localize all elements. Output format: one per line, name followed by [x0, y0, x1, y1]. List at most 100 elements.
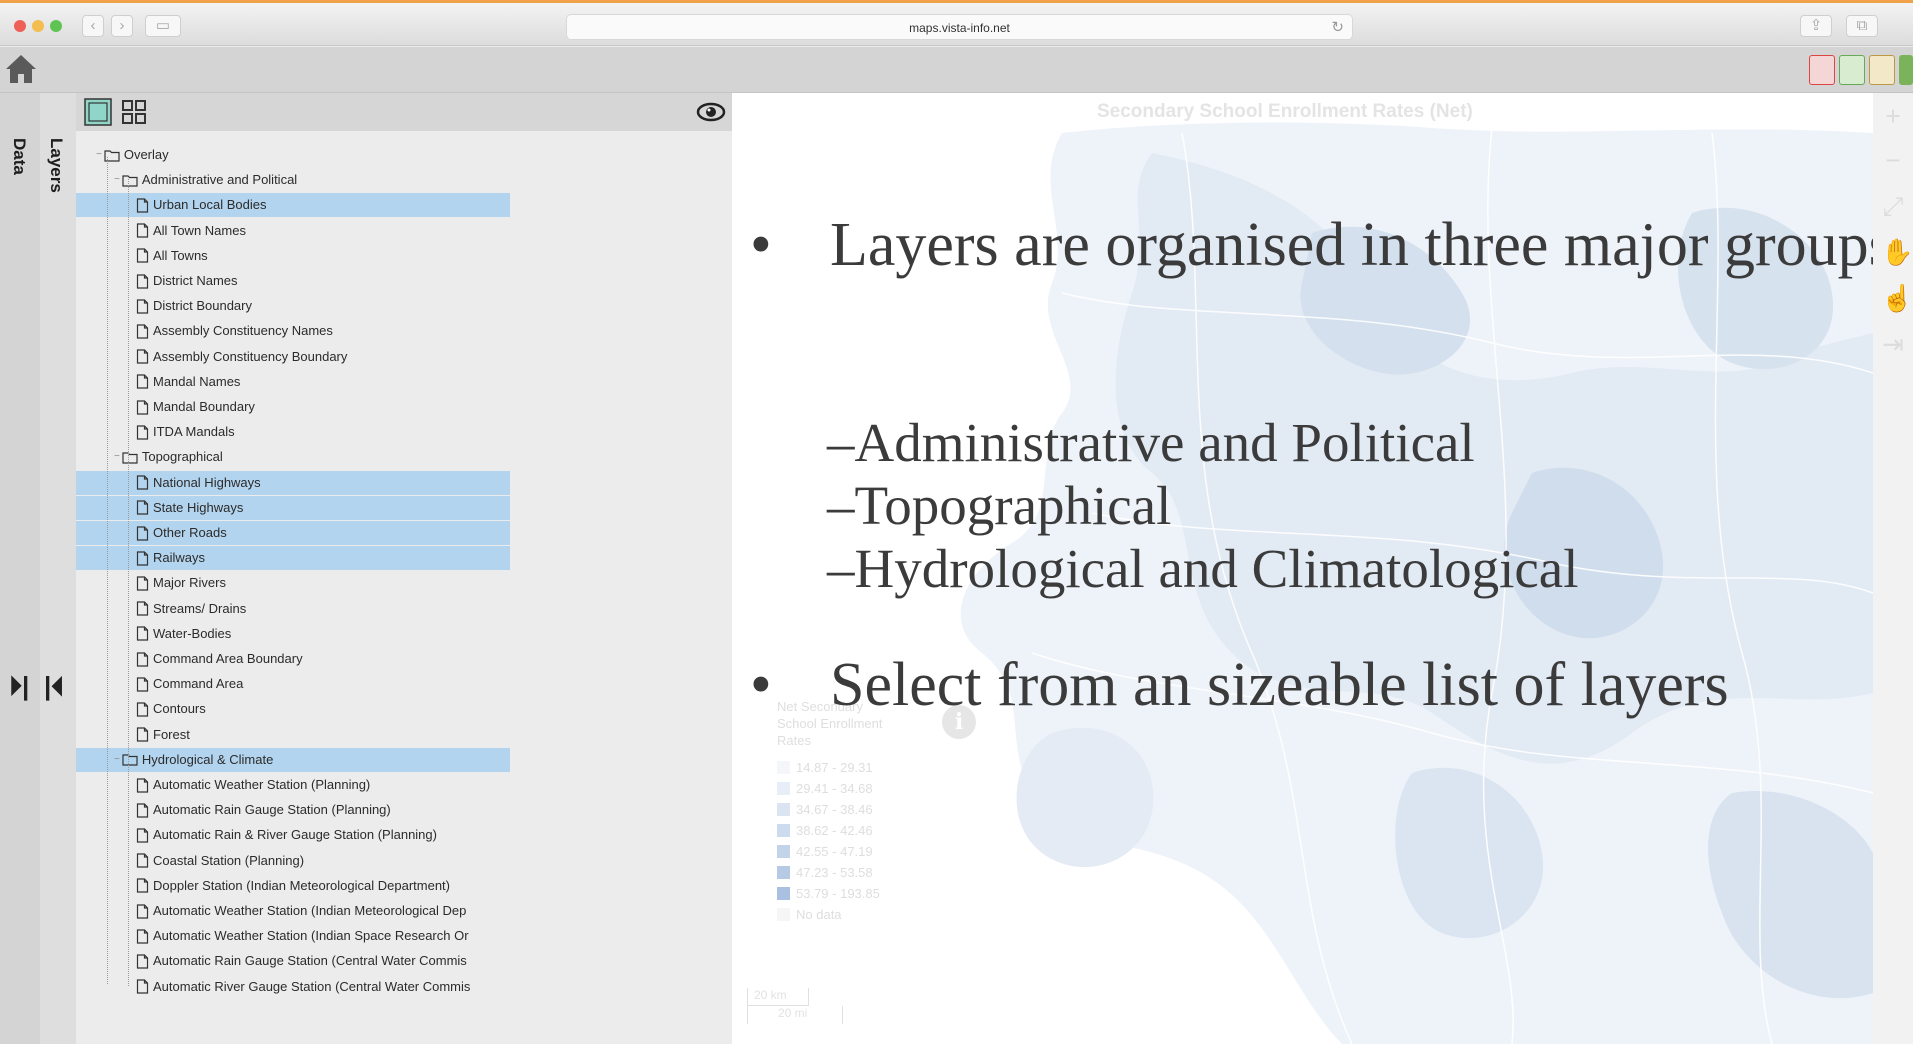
layer-item-label: Automatic Rain Gauge Station (Central Wa…	[153, 953, 467, 969]
legend-entry: 29.41 - 34.68	[777, 778, 907, 799]
layer-item[interactable]: Automatic Rain Gauge Station (Planning)	[134, 798, 391, 822]
slide-bullet-1-text: Layers are organised in three major grou…	[830, 211, 1873, 279]
legend-label: 53.79 - 193.85	[796, 886, 880, 901]
layer-item[interactable]: Automatic Rain Gauge Station (Central Wa…	[134, 949, 467, 973]
layer-item[interactable]: Water-Bodies	[134, 622, 231, 646]
home-icon[interactable]	[4, 52, 38, 86]
legend-entry: 53.79 - 193.85	[777, 883, 907, 904]
layer-item[interactable]: Automatic Weather Station (Indian Space …	[134, 924, 469, 948]
minimize-window-button[interactable]	[32, 20, 44, 32]
forward-icon[interactable]: ›	[111, 15, 133, 37]
map-title: Secondary School Enrollment Rates (Net)	[1097, 101, 1473, 122]
layer-item-label: Automatic Weather Station (Planning)	[153, 777, 371, 792]
layer-item[interactable]: Streams/ Drains	[134, 597, 246, 621]
layer-group[interactable]: − Topographical	[114, 445, 223, 469]
layer-item-label: ITDA Mandals	[153, 424, 235, 440]
layer-item[interactable]: Automatic Weather Station (Planning)	[134, 773, 370, 797]
export-icon[interactable]: ⇥	[1881, 329, 1905, 360]
share-icon[interactable]: ⇪	[1800, 15, 1832, 37]
url-text: maps.vista-info.net	[909, 21, 1010, 35]
tabs-icon[interactable]: ⧉	[1846, 15, 1878, 37]
data-tab-strip: Data ⏵|	[0, 93, 40, 1044]
close-window-button[interactable]	[14, 20, 26, 32]
map-view[interactable]: Secondary School Enrollment Rates (Net) …	[732, 93, 1873, 1044]
layer-item[interactable]: District Boundary	[134, 294, 252, 318]
layer-item[interactable]: Urban Local Bodies	[76, 193, 510, 218]
layer-item-label: Water-Bodies	[153, 625, 232, 641]
collapse-panel-icon[interactable]: |⏴	[44, 671, 64, 703]
map-tools: + − ⤢ ✋ ☝ ⇥	[1873, 93, 1913, 1044]
expand-panel-icon[interactable]: ⏵|	[9, 671, 29, 703]
layer-item-label: State Highways	[153, 499, 244, 515]
layer-group-label: Topographical	[141, 449, 223, 465]
legend-entry: 38.62 - 42.46	[777, 820, 907, 841]
legend-entry: 47.23 - 53.58	[777, 862, 907, 883]
layer-item[interactable]: State Highways	[76, 495, 510, 520]
layer-item[interactable]: Command Area Boundary	[134, 647, 303, 671]
layer-item[interactable]: Command Area	[134, 672, 243, 696]
slide-sub-2: –Topographical	[827, 475, 1172, 536]
layer-item-label: Automatic Rain Gauge Station (Planning)	[153, 802, 391, 818]
address-bar[interactable]: maps.vista-info.net ↻	[566, 14, 1353, 40]
layer-item[interactable]: Coastal Station (Planning)	[134, 849, 304, 873]
legend-swatch	[777, 866, 790, 879]
layer-item-label: National Highways	[153, 474, 261, 490]
app-header	[0, 47, 1913, 93]
layer-item[interactable]: Mandal Names	[134, 370, 240, 394]
tab-data[interactable]: Data	[9, 138, 29, 175]
legend-entries: 14.87 - 29.31 29.41 - 34.68 34.67 - 38.46 3…	[777, 757, 907, 925]
layer-item[interactable]: Forest	[134, 723, 190, 747]
layer-item[interactable]: Assembly Constituency Boundary	[134, 345, 347, 369]
legend-label: 29.41 - 34.68	[796, 781, 873, 796]
layer-item[interactable]: All Town Names	[134, 219, 246, 243]
layer-item[interactable]: Automatic Weather Station (Indian Meteor…	[134, 899, 466, 923]
sidebar-toggle-icon[interactable]: ▭	[145, 15, 181, 37]
pan-hand-icon[interactable]: ✋	[1881, 237, 1913, 268]
layer-group[interactable]: − Administrative and Political	[114, 168, 297, 192]
layer-item[interactable]: Doppler Station (Indian Meteorological D…	[134, 874, 450, 898]
layer-item[interactable]: All Towns	[134, 244, 208, 268]
scale-mi: 20 mi	[747, 1006, 843, 1024]
layer-item[interactable]: Major Rivers	[134, 571, 226, 595]
legend-label: 42.55 - 47.19	[796, 844, 873, 859]
slide-bullet-2-text: Select from an sizeable list of layers	[830, 651, 1729, 719]
brand-logo	[1899, 55, 1913, 85]
zoom-in-icon[interactable]: +	[1881, 101, 1905, 132]
layer-item-label: All Towns	[153, 247, 208, 263]
layer-item-label: Other Roads	[153, 525, 227, 540]
layer-item[interactable]: Automatic Rain & River Gauge Station (Pl…	[134, 823, 437, 847]
back-icon[interactable]: ‹	[82, 15, 104, 37]
layer-item[interactable]: ITDA Mandals	[134, 420, 235, 444]
single-view-icon[interactable]	[84, 98, 112, 126]
layer-item-label: District Boundary	[153, 298, 252, 314]
tab-layers[interactable]: Layers	[46, 138, 66, 193]
layer-item[interactable]: Railways	[76, 546, 510, 571]
layer-item[interactable]: Mandal Boundary	[134, 395, 255, 419]
full-extent-icon[interactable]: ⤢	[1881, 191, 1905, 223]
state-emblem-logo	[1809, 55, 1835, 85]
reload-icon[interactable]: ↻	[1331, 18, 1344, 36]
layer-item-label: Command Area Boundary	[153, 651, 303, 666]
layer-item[interactable]: District Names	[134, 269, 238, 293]
layer-item-label: Automatic River Gauge Station (Central W…	[153, 978, 471, 994]
zoom-window-button[interactable]	[50, 20, 62, 32]
legend-label: 47.23 - 53.58	[796, 865, 873, 880]
zoom-out-icon[interactable]: −	[1881, 145, 1905, 176]
layer-item[interactable]: National Highways	[76, 470, 510, 495]
legend-swatch	[777, 824, 790, 837]
department-logo	[1839, 55, 1865, 85]
layer-group-label: Administrative and Political	[141, 172, 298, 188]
identify-pointer-icon[interactable]: ☝	[1881, 283, 1913, 314]
layer-item[interactable]: Contours	[134, 697, 206, 721]
layer-item[interactable]: Other Roads	[76, 521, 510, 545]
slide-sub-1-text: Administrative and Political	[854, 412, 1475, 473]
layer-item-label: Command Area	[153, 676, 244, 692]
legend-label: No data	[796, 907, 842, 922]
layer-item[interactable]: Assembly Constituency Names	[134, 319, 333, 343]
layer-item[interactable]: Automatic River Gauge Station (Central W…	[134, 975, 470, 999]
layer-group[interactable]: − Hydrological & Climate	[76, 747, 510, 772]
grid-view-icon[interactable]	[120, 98, 148, 126]
map-legend: Net Secondary School Enrollment Rates 14.8…	[777, 698, 907, 925]
tree-guide-line	[107, 157, 108, 984]
eye-icon[interactable]	[696, 101, 726, 123]
